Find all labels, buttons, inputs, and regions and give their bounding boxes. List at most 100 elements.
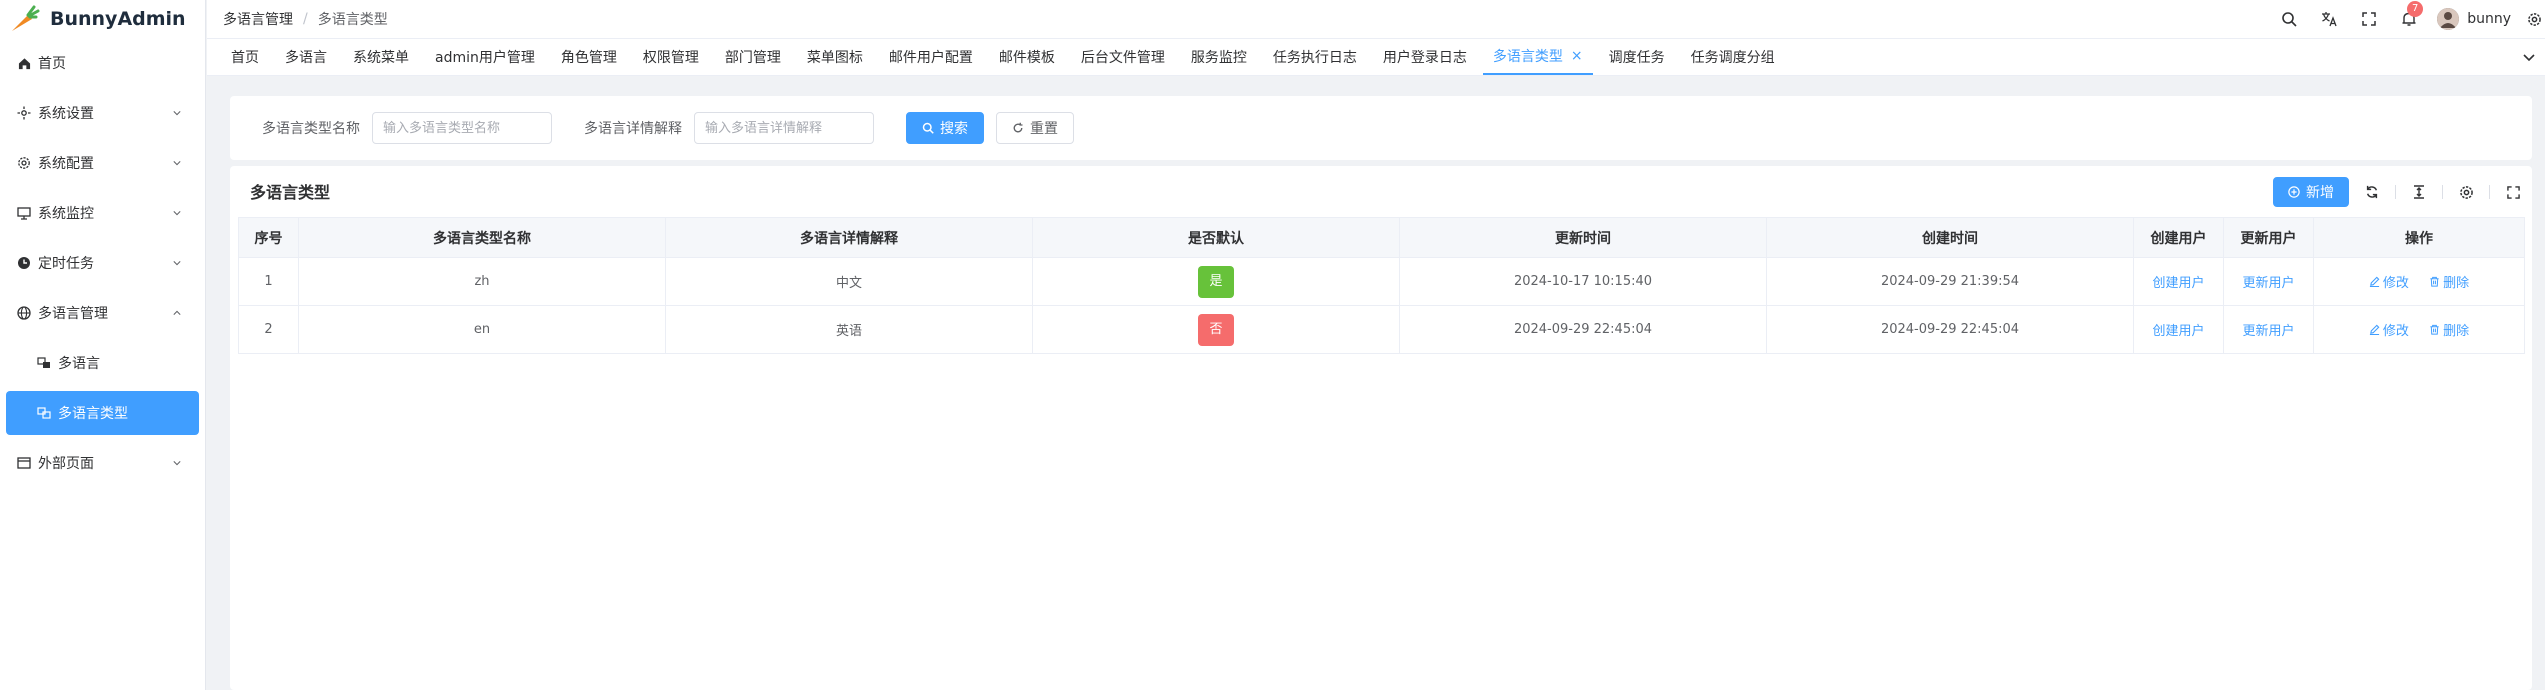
tag-task-log[interactable]: 任务执行日志 (1263, 39, 1367, 75)
chevron-down-icon (173, 261, 181, 266)
breadcrumb-separator: / (303, 11, 308, 27)
tag-schedule-task[interactable]: 调度任务 (1599, 39, 1675, 75)
cell-update-user: 更新用户 (2223, 305, 2314, 354)
search-button[interactable]: 搜索 (906, 112, 984, 144)
sidebar-item-scheduled-tasks[interactable]: 定时任务 (0, 238, 205, 288)
gear-icon (16, 155, 32, 171)
column-header: 创建用户 (2133, 217, 2224, 258)
sidebar-item-label: 多语言类型 (58, 406, 128, 422)
tag-email-template[interactable]: 邮件模板 (989, 39, 1065, 75)
home-icon (16, 55, 32, 71)
create-user-link[interactable]: 创建用户 (2152, 324, 2204, 339)
translate-icon (36, 405, 52, 421)
fullscreen-icon[interactable] (2504, 183, 2522, 201)
breadcrumb-item[interactable]: 多语言管理 (223, 9, 293, 29)
sidebar-item-i18n-type[interactable]: 多语言类型 (6, 391, 199, 435)
user-menu[interactable]: bunny (2429, 8, 2523, 30)
default-badge-yes: 是 (1198, 265, 1234, 298)
tag-permission[interactable]: 权限管理 (633, 39, 709, 75)
tag-home[interactable]: 首页 (221, 39, 269, 75)
search-button-label: 搜索 (940, 121, 968, 137)
edit-icon (2369, 276, 2380, 287)
table-card: 多语言类型 新增 序号 多语言类型名称 多语言详情解释 是否默认 更新时间 创建… (230, 166, 2532, 690)
username: bunny (2467, 11, 2511, 27)
translate-icon (36, 355, 52, 371)
delete-button[interactable]: 删除 (2429, 272, 2469, 291)
chevron-down-icon (173, 461, 181, 466)
tag-email-user-config[interactable]: 邮件用户配置 (879, 39, 983, 75)
delete-label: 删除 (2443, 324, 2470, 339)
type-name-input[interactable] (372, 112, 552, 144)
cell-update-time: 2024-10-17 10:15:40 (1399, 257, 1767, 306)
add-button[interactable]: 新增 (2273, 177, 2349, 207)
sidebar-item-home[interactable]: 首页 (0, 38, 205, 88)
tag-i18n-type[interactable]: 多语言类型 × (1482, 39, 1593, 75)
chevron-up-icon (173, 310, 181, 315)
tag-schedule-group[interactable]: 任务调度分组 (1681, 39, 1785, 75)
gear-icon[interactable] (2457, 183, 2475, 201)
sidebar-item-external-pages[interactable]: 外部页面 (0, 438, 205, 488)
fullscreen-icon[interactable] (2349, 0, 2389, 38)
tag-admin-user[interactable]: admin用户管理 (425, 39, 545, 75)
cell-create-time: 2024-09-29 22:45:04 (1766, 305, 2134, 354)
logo[interactable]: BunnyAdmin (0, 0, 205, 38)
column-header: 操作 (2313, 217, 2525, 258)
breadcrumb: 多语言管理 / 多语言类型 (223, 9, 388, 29)
sidebar-item-label: 外部页面 (38, 456, 94, 472)
app-title: BunnyAdmin (50, 8, 186, 30)
sidebar-item-system-monitor[interactable]: 系统监控 (0, 188, 205, 238)
cell-is-default: 否 (1032, 305, 1400, 354)
gear-icon[interactable] (2523, 0, 2545, 38)
chevron-down-icon (173, 211, 181, 216)
column-header: 序号 (238, 217, 299, 258)
tag-server-monitor[interactable]: 服务监控 (1181, 39, 1257, 75)
table-header-row: 序号 多语言类型名称 多语言详情解释 是否默认 更新时间 创建时间 创建用户 更… (238, 217, 2525, 258)
clock-icon (16, 255, 32, 271)
cell-actions: 修改 删除 (2313, 257, 2525, 306)
tag-login-log[interactable]: 用户登录日志 (1373, 39, 1477, 75)
sidebar-item-i18n-management[interactable]: 多语言管理 (0, 288, 205, 338)
column-header: 是否默认 (1032, 217, 1400, 258)
summary-label: 多语言详情解释 (584, 121, 682, 137)
cell-type-name: zh (298, 257, 666, 306)
edit-button[interactable]: 修改 (2369, 272, 2409, 291)
refresh-icon (1013, 122, 1023, 133)
sidebar-item-label: 定时任务 (38, 256, 94, 272)
delete-icon (2430, 324, 2439, 335)
update-user-link[interactable]: 更新用户 (2242, 324, 2294, 339)
tag-i18n[interactable]: 多语言 (275, 39, 337, 75)
tag-system-menu[interactable]: 系统菜单 (343, 39, 419, 75)
translate-icon[interactable] (2309, 0, 2349, 38)
sidebar-item-system-settings[interactable]: 系统设置 (0, 88, 205, 138)
close-icon[interactable]: × (1571, 48, 1583, 64)
create-user-link[interactable]: 创建用户 (2152, 276, 2204, 291)
cell-is-default: 是 (1032, 257, 1400, 306)
sidebar-item-label: 系统设置 (38, 106, 94, 122)
tag-file-management[interactable]: 后台文件管理 (1071, 39, 1175, 75)
reset-button[interactable]: 重置 (996, 112, 1074, 144)
table-tools: 新增 (2273, 177, 2522, 207)
cell-summary: 中文 (665, 257, 1033, 306)
edit-button[interactable]: 修改 (2369, 320, 2409, 339)
edit-icon (2369, 324, 2380, 335)
refresh-icon[interactable] (2363, 183, 2381, 201)
tag-role[interactable]: 角色管理 (551, 39, 627, 75)
bell-icon[interactable]: 7 (2389, 0, 2429, 38)
edit-label: 修改 (2382, 276, 2409, 291)
chevron-down-icon[interactable] (2521, 49, 2537, 65)
update-user-link[interactable]: 更新用户 (2242, 276, 2294, 291)
delete-button[interactable]: 删除 (2429, 320, 2469, 339)
tag-department[interactable]: 部门管理 (715, 39, 791, 75)
reset-button-label: 重置 (1030, 121, 1058, 137)
header-actions: 7 bunny (2269, 0, 2545, 38)
data-table: 序号 多语言类型名称 多语言详情解释 是否默认 更新时间 创建时间 创建用户 更… (238, 217, 2525, 354)
sidebar-item-i18n[interactable]: 多语言 (0, 338, 205, 388)
column-height-icon[interactable] (2410, 183, 2428, 201)
search-icon[interactable] (2269, 0, 2309, 38)
column-header: 更新时间 (1399, 217, 1767, 258)
cell-update-user: 更新用户 (2223, 257, 2314, 306)
tag-menu-icon[interactable]: 菜单图标 (797, 39, 873, 75)
default-badge-no: 否 (1198, 313, 1234, 346)
sidebar-item-system-config[interactable]: 系统配置 (0, 138, 205, 188)
summary-input[interactable] (694, 112, 874, 144)
